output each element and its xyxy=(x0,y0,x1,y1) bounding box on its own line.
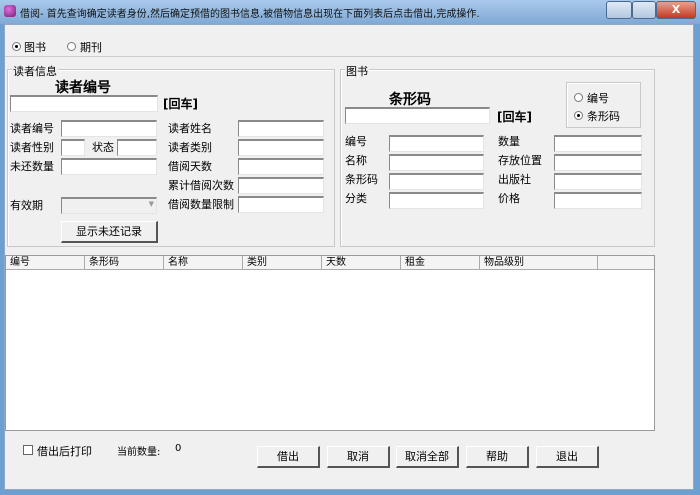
total-borrows-field[interactable] xyxy=(238,177,324,194)
count-label: 当前数量: xyxy=(117,447,161,458)
price-field[interactable] xyxy=(554,192,642,209)
reader-enter-hint: [回车] xyxy=(163,97,198,111)
label-location: 存放位置 xyxy=(498,154,542,167)
close-button[interactable]: X xyxy=(656,1,696,19)
reader-gender-field[interactable] xyxy=(61,139,85,156)
radio-mode-id-label: 编号 xyxy=(587,92,609,105)
column-header[interactable]: 天数 xyxy=(322,256,401,269)
label-book-name: 名称 xyxy=(345,154,367,167)
title-bar: 借阅- 首先查询确定读者身份,然后确定预借的图书信息,被借物信息出现在下面列表后… xyxy=(0,0,700,24)
label-quantity: 数量 xyxy=(498,135,520,148)
book-id-field[interactable] xyxy=(389,135,484,152)
borrow-limit-field[interactable] xyxy=(238,196,324,213)
label-book-category: 分类 xyxy=(345,192,367,205)
label-reader-name: 读者姓名 xyxy=(168,122,212,135)
label-reader-gender: 读者性别 xyxy=(10,141,54,154)
column-header[interactable]: 类别 xyxy=(243,256,322,269)
radio-periodical-label: 期刊 xyxy=(80,41,102,54)
exit-button[interactable]: 退出 xyxy=(536,446,599,468)
label-borrow-limit: 借阅数量限制 xyxy=(168,198,234,211)
label-price: 价格 xyxy=(498,192,520,205)
column-header[interactable]: 租金 xyxy=(401,256,480,269)
column-header[interactable]: 物品级别 xyxy=(480,256,598,269)
barcode-search-input[interactable] xyxy=(345,107,490,124)
label-book-barcode: 条形码 xyxy=(345,173,378,186)
radio-mode-id[interactable] xyxy=(574,93,583,102)
radio-periodical[interactable] xyxy=(67,42,76,51)
cancel-button[interactable]: 取消 xyxy=(327,446,390,468)
cancel-all-button[interactable]: 取消全部 xyxy=(396,446,459,468)
reader-heading: 读者编号 xyxy=(55,80,111,96)
radio-book-label: 图书 xyxy=(24,41,46,54)
reader-group-title: 读者信息 xyxy=(12,63,58,79)
label-borrow-days: 借阅天数 xyxy=(168,160,212,173)
window-client: 图书 期刊 读者信息 读者编号 [回车] 读者编号 读者性别 状态 未还数量 有… xyxy=(4,24,694,490)
status-field[interactable] xyxy=(117,139,157,156)
book-category-field[interactable] xyxy=(389,192,484,209)
column-header[interactable]: 条形码 xyxy=(85,256,164,269)
label-status: 状态 xyxy=(92,141,114,154)
borrow-button[interactable]: 借出 xyxy=(257,446,320,468)
radio-mode-barcode-label: 条形码 xyxy=(587,110,620,123)
reader-name-field[interactable] xyxy=(238,120,324,137)
radio-book[interactable] xyxy=(12,42,21,51)
chevron-down-icon: ▼ xyxy=(148,200,154,208)
unreturned-field[interactable] xyxy=(61,158,157,175)
label-reader-id: 读者编号 xyxy=(10,122,54,135)
list-header: 编号 条形码 名称 类别 天数 租金 物品级别 xyxy=(6,256,654,270)
label-publisher: 出版社 xyxy=(498,173,531,186)
print-after-label: 借出后打印 xyxy=(37,445,92,458)
barcode-heading: 条形码 xyxy=(389,92,431,108)
reader-search-input[interactable] xyxy=(10,95,158,112)
book-name-field[interactable] xyxy=(389,154,484,171)
book-barcode-field[interactable] xyxy=(389,173,484,190)
count-value: 0 xyxy=(175,443,182,454)
validity-select[interactable]: ▼ xyxy=(61,197,157,214)
label-total-borrows: 累计借阅次数 xyxy=(168,179,234,192)
column-header[interactable]: 名称 xyxy=(164,256,243,269)
book-enter-hint: [回车] xyxy=(497,110,532,124)
column-header[interactable]: 编号 xyxy=(6,256,85,269)
maximize-button[interactable] xyxy=(632,1,656,19)
publisher-field[interactable] xyxy=(554,173,642,190)
minimize-button[interactable] xyxy=(606,1,632,19)
divider xyxy=(5,56,693,57)
borrow-list[interactable]: 编号 条形码 名称 类别 天数 租金 物品级别 xyxy=(5,255,655,431)
label-book-id: 编号 xyxy=(345,135,367,148)
label-reader-category: 读者类别 xyxy=(168,141,212,154)
quantity-field[interactable] xyxy=(554,135,642,152)
help-button[interactable]: 帮助 xyxy=(466,446,529,468)
borrow-days-field[interactable] xyxy=(238,158,324,175)
window-title: 借阅- 首先查询确定读者身份,然后确定预借的图书信息,被借物信息出现在下面列表后… xyxy=(20,9,480,20)
label-unreturned: 未还数量 xyxy=(10,160,54,173)
app-icon xyxy=(4,5,16,17)
location-field[interactable] xyxy=(554,154,642,171)
reader-id-field[interactable] xyxy=(61,120,157,137)
radio-mode-barcode[interactable] xyxy=(574,111,583,120)
print-after-checkbox[interactable] xyxy=(23,445,33,455)
book-group-title: 图书 xyxy=(345,63,369,79)
show-unreturned-button[interactable]: 显示未还记录 xyxy=(61,221,158,243)
label-validity: 有效期 xyxy=(10,199,43,212)
reader-category-field[interactable] xyxy=(238,139,324,156)
